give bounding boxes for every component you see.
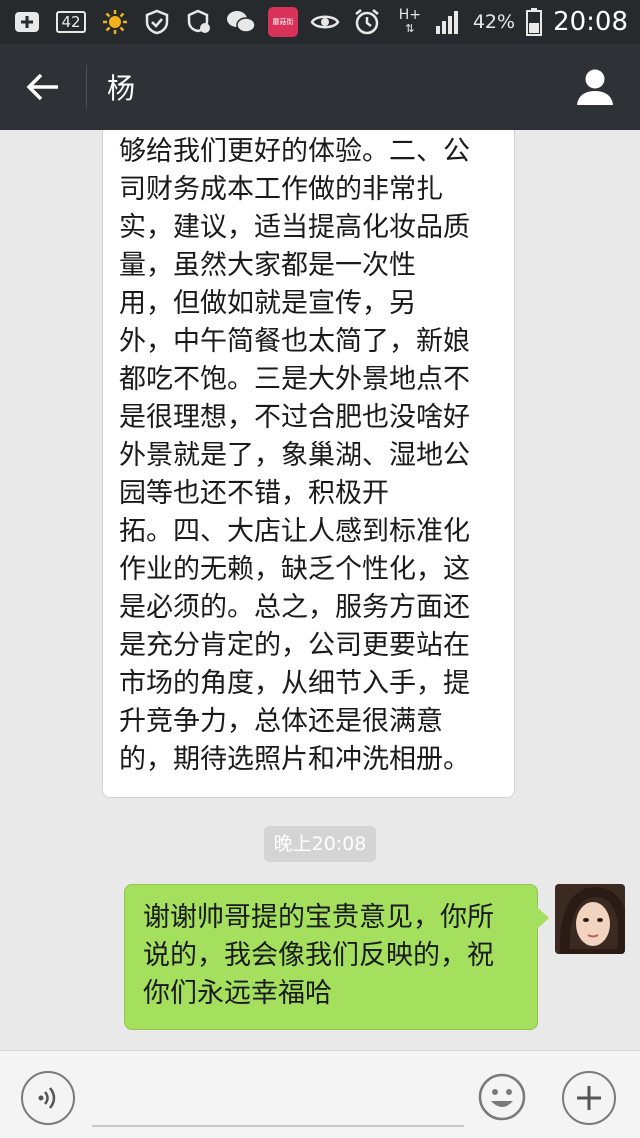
voice-button[interactable] [21,1071,75,1125]
sent-message-bubble[interactable]: 谢谢帅哥提的宝贵意见，你所 说的，我会像我们反映的，祝 你们永远幸福哈 [124,884,549,1030]
avatar[interactable] [555,884,625,954]
notification-badge-icon: 42 [54,9,88,35]
eye-icon [310,9,340,35]
network-type: H+ [398,7,421,23]
profile-button[interactable] [550,44,640,130]
person-icon [577,69,613,105]
received-message-bubble[interactable]: 够给我们更好的体验。二、公 司财务成本工作做的非常扎 实，建议，适当提高化妆品质… [102,130,515,798]
battery-icon [525,8,543,36]
voice-icon [38,1087,56,1109]
message-timestamp: 晚上20:08 [264,826,376,862]
badge-count: 42 [56,11,86,33]
clock: 20:08 [553,7,628,37]
input-bar [0,1050,640,1138]
shield-check-icon [142,9,172,35]
plus-icon [577,1086,601,1110]
signal-icon [433,9,463,35]
emoji-button[interactable] [476,1071,528,1123]
app-red-label: 蘑菇街 [268,7,298,37]
chat-header: 杨 [0,44,640,130]
sent-message-text: 谢谢帅哥提的宝贵意见，你所 说的，我会像我们反映的，祝 你们永远幸福哈 [143,902,494,1009]
status-bar: 42 蘑菇街 H+ ⇅ 42% 20:08 [0,0,640,44]
emoji-icon [478,1073,526,1121]
chat-area[interactable]: 够给我们更好的体验。二、公 司财务成本工作做的非常扎 实，建议，适当提高化妆品质… [0,130,640,1050]
battery-percent: 42% [472,11,516,33]
shield-badge-icon [184,9,214,35]
network-icon: H+ ⇅ [398,7,421,35]
plus-box-icon [12,9,42,35]
back-button[interactable] [0,44,86,130]
more-button[interactable] [562,1071,616,1125]
wechat-icon [226,9,256,35]
received-message-text: 够给我们更好的体验。二、公 司财务成本工作做的非常扎 实，建议，适当提高化妆品质… [119,136,470,775]
sun-icon [100,9,130,35]
alarm-icon [352,9,382,35]
arrow-left-icon [26,73,58,101]
message-input[interactable] [92,1071,464,1127]
chat-title: 杨 [107,72,136,105]
app-red-icon: 蘑菇街 [268,7,298,37]
